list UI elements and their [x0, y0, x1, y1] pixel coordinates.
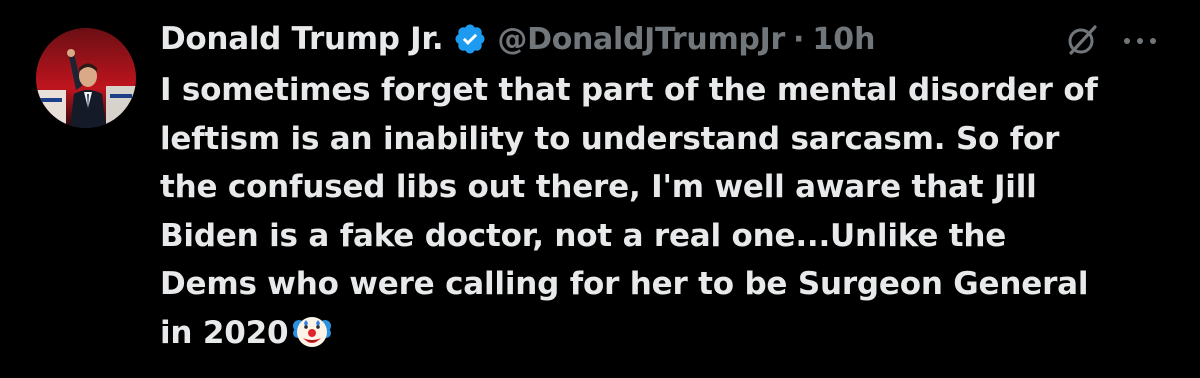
more-options-icon[interactable] — [1118, 22, 1162, 58]
verified-badge-icon — [453, 22, 487, 56]
tweet-text-line: Biden is a fake doctor, not a real one..… — [160, 217, 1007, 254]
tweet-text: I sometimes forget that part of the ment… — [160, 66, 1180, 357]
timestamp[interactable]: 10h — [812, 22, 875, 57]
grok-icon[interactable] — [1064, 22, 1100, 58]
avatar-photo — [36, 28, 136, 128]
avatar[interactable] — [36, 28, 136, 128]
author-handle[interactable]: @DonaldJTrumpJr — [497, 22, 785, 57]
tweet-text-line: in 2020 — [160, 314, 289, 351]
tweet-text-line: the confused libs out there, I'm well aw… — [160, 169, 1037, 205]
tweet[interactable]: Donald Trump Jr. @DonaldJTrumpJr · 10h I… — [0, 0, 1200, 378]
tweet-text-line: leftism is an inability to understand sa… — [160, 120, 1060, 157]
tweet-text-line: I sometimes forget that part of the ment… — [160, 72, 1098, 108]
author-name[interactable]: Donald Trump Jr. — [160, 21, 444, 57]
clown-face-emoji — [292, 311, 332, 351]
separator-dot: · — [792, 21, 805, 57]
tweet-header: Donald Trump Jr. @DonaldJTrumpJr · 10h — [160, 16, 875, 62]
tweet-text-last-line: in 2020 — [160, 309, 1180, 358]
tweet-text-line: Dems who were calling for her to be Surg… — [160, 266, 1089, 302]
